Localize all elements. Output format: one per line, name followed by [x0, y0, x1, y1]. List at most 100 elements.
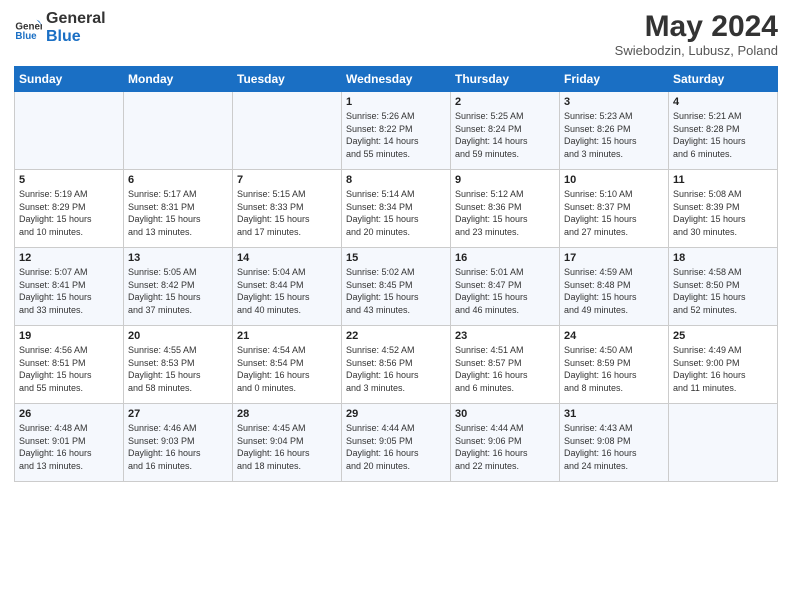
calendar-cell: 17 Sunrise: 4:59 AMSunset: 8:48 PMDayligh… [560, 248, 669, 326]
day-number: 15 [346, 252, 446, 264]
day-number: 23 [455, 330, 555, 342]
day-info: Sunrise: 5:12 AMSunset: 8:36 PMDaylight:… [455, 188, 555, 238]
calendar-cell: 24Sunrise: 4:50 AMSunset: 8:59 PMDayligh… [560, 326, 669, 404]
day-info: Sunrise: 5:07 AMSunset: 8:41 PMDaylight:… [19, 266, 119, 316]
month-title: May 2024 [615, 10, 778, 43]
day-number: 10 [564, 174, 664, 186]
logo-icon: General Blue [14, 14, 42, 42]
col-header-thursday: Thursday [451, 67, 560, 92]
calendar-cell: 27Sunrise: 4:46 AMSunset: 9:03 PMDayligh… [124, 404, 233, 482]
day-info: Sunrise: 5:17 AMSunset: 8:31 PMDaylight:… [128, 188, 228, 238]
day-info: Sunrise: 4:48 AMSunset: 9:01 PMDaylight:… [19, 422, 119, 472]
calendar-cell [124, 92, 233, 170]
svg-text:Blue: Blue [15, 32, 37, 43]
day-number: 27 [128, 408, 228, 420]
day-info: Sunrise: 4:43 AMSunset: 9:08 PMDaylight:… [564, 422, 664, 472]
day-info: Sunrise: 5:01 AMSunset: 8:47 PMDaylight:… [455, 266, 555, 316]
calendar-cell: 4 Sunrise: 5:21 AMSunset: 8:28 PMDaylight… [669, 92, 778, 170]
day-number: 6 [128, 174, 228, 186]
day-info: Sunrise: 4:56 AMSunset: 8:51 PMDaylight:… [19, 344, 119, 394]
calendar-cell: 20Sunrise: 4:55 AMSunset: 8:53 PMDayligh… [124, 326, 233, 404]
day-number: 28 [237, 408, 337, 420]
calendar-cell: 10 Sunrise: 5:10 AMSunset: 8:37 PMDayligh… [560, 170, 669, 248]
day-info: Sunrise: 4:44 AMSunset: 9:05 PMDaylight:… [346, 422, 446, 472]
week-row-3: 12 Sunrise: 5:07 AMSunset: 8:41 PMDayligh… [15, 248, 778, 326]
day-info: Sunrise: 4:44 AMSunset: 9:06 PMDaylight:… [455, 422, 555, 472]
calendar-cell: 12 Sunrise: 5:07 AMSunset: 8:41 PMDayligh… [15, 248, 124, 326]
day-info: Sunrise: 4:52 AMSunset: 8:56 PMDaylight:… [346, 344, 446, 394]
col-header-saturday: Saturday [669, 67, 778, 92]
day-number: 9 [455, 174, 555, 186]
day-number: 4 [673, 96, 773, 108]
day-number: 31 [564, 408, 664, 420]
day-number: 13 [128, 252, 228, 264]
title-block: May 2024 Swiebodzin, Lubusz, Poland [615, 10, 778, 58]
day-number: 21 [237, 330, 337, 342]
calendar-cell: 25 Sunrise: 4:49 AMSunset: 9:00 PMDayligh… [669, 326, 778, 404]
day-info: Sunrise: 5:08 AMSunset: 8:39 PMDaylight:… [673, 188, 773, 238]
day-info: Sunrise: 5:15 AMSunset: 8:33 PMDaylight:… [237, 188, 337, 238]
day-number: 22 [346, 330, 446, 342]
calendar-cell: 26Sunrise: 4:48 AMSunset: 9:01 PMDayligh… [15, 404, 124, 482]
day-number: 17 [564, 252, 664, 264]
day-info: Sunrise: 5:25 AMSunset: 8:24 PMDaylight:… [455, 110, 555, 160]
day-number: 25 [673, 330, 773, 342]
calendar-cell: 14 Sunrise: 5:04 AMSunset: 8:44 PMDayligh… [233, 248, 342, 326]
day-info: Sunrise: 5:14 AMSunset: 8:34 PMDaylight:… [346, 188, 446, 238]
logo-general: General [46, 10, 106, 28]
calendar-cell: 13 Sunrise: 5:05 AMSunset: 8:42 PMDayligh… [124, 248, 233, 326]
day-number: 3 [564, 96, 664, 108]
day-info: Sunrise: 4:49 AMSunset: 9:00 PMDaylight:… [673, 344, 773, 394]
day-number: 24 [564, 330, 664, 342]
day-number: 14 [237, 252, 337, 264]
day-info: Sunrise: 4:51 AMSunset: 8:57 PMDaylight:… [455, 344, 555, 394]
day-number: 16 [455, 252, 555, 264]
calendar-cell: 30Sunrise: 4:44 AMSunset: 9:06 PMDayligh… [451, 404, 560, 482]
calendar-cell: 2 Sunrise: 5:25 AMSunset: 8:24 PMDaylight… [451, 92, 560, 170]
day-info: Sunrise: 4:45 AMSunset: 9:04 PMDaylight:… [237, 422, 337, 472]
calendar-cell: 8Sunrise: 5:14 AMSunset: 8:34 PMDaylight… [342, 170, 451, 248]
main-container: General Blue General Blue May 2024 Swieb… [0, 0, 792, 490]
day-number: 18 [673, 252, 773, 264]
calendar-cell: 3Sunrise: 5:23 AMSunset: 8:26 PMDaylight… [560, 92, 669, 170]
day-info: Sunrise: 5:10 AMSunset: 8:37 PMDaylight:… [564, 188, 664, 238]
day-info: Sunrise: 4:55 AMSunset: 8:53 PMDaylight:… [128, 344, 228, 394]
calendar-table: SundayMondayTuesdayWednesdayThursdayFrid… [14, 66, 778, 482]
calendar-cell: 31 Sunrise: 4:43 AMSunset: 9:08 PMDayligh… [560, 404, 669, 482]
day-number: 29 [346, 408, 446, 420]
week-row-4: 19Sunrise: 4:56 AMSunset: 8:51 PMDayligh… [15, 326, 778, 404]
calendar-cell: 29 Sunrise: 4:44 AMSunset: 9:05 PMDayligh… [342, 404, 451, 482]
calendar-cell: 9 Sunrise: 5:12 AMSunset: 8:36 PMDaylight… [451, 170, 560, 248]
calendar-cell: 18Sunrise: 4:58 AMSunset: 8:50 PMDayligh… [669, 248, 778, 326]
day-info: Sunrise: 5:21 AMSunset: 8:28 PMDaylight:… [673, 110, 773, 160]
col-header-friday: Friday [560, 67, 669, 92]
day-info: Sunrise: 5:19 AMSunset: 8:29 PMDaylight:… [19, 188, 119, 238]
header: General Blue General Blue May 2024 Swieb… [14, 10, 778, 58]
calendar-cell: 1 Sunrise: 5:26 AMSunset: 8:22 PMDaylight… [342, 92, 451, 170]
col-header-tuesday: Tuesday [233, 67, 342, 92]
day-info: Sunrise: 4:54 AMSunset: 8:54 PMDaylight:… [237, 344, 337, 394]
calendar-cell: 16 Sunrise: 5:01 AMSunset: 8:47 PMDayligh… [451, 248, 560, 326]
day-info: Sunrise: 5:05 AMSunset: 8:42 PMDaylight:… [128, 266, 228, 316]
calendar-cell: 15Sunrise: 5:02 AMSunset: 8:45 PMDayligh… [342, 248, 451, 326]
calendar-cell [15, 92, 124, 170]
calendar-cell [669, 404, 778, 482]
day-number: 12 [19, 252, 119, 264]
col-header-monday: Monday [124, 67, 233, 92]
day-info: Sunrise: 5:26 AMSunset: 8:22 PMDaylight:… [346, 110, 446, 160]
calendar-cell: 23 Sunrise: 4:51 AMSunset: 8:57 PMDayligh… [451, 326, 560, 404]
day-number: 2 [455, 96, 555, 108]
calendar-cell: 6 Sunrise: 5:17 AMSunset: 8:31 PMDaylight… [124, 170, 233, 248]
day-info: Sunrise: 5:04 AMSunset: 8:44 PMDaylight:… [237, 266, 337, 316]
day-info: Sunrise: 4:59 AMSunset: 8:48 PMDaylight:… [564, 266, 664, 316]
calendar-cell: 22 Sunrise: 4:52 AMSunset: 8:56 PMDayligh… [342, 326, 451, 404]
calendar-cell: 19Sunrise: 4:56 AMSunset: 8:51 PMDayligh… [15, 326, 124, 404]
calendar-cell: 28 Sunrise: 4:45 AMSunset: 9:04 PMDayligh… [233, 404, 342, 482]
day-number: 1 [346, 96, 446, 108]
calendar-cell: 5Sunrise: 5:19 AMSunset: 8:29 PMDaylight… [15, 170, 124, 248]
logo-blue: Blue [46, 28, 106, 46]
calendar-cell: 7 Sunrise: 5:15 AMSunset: 8:33 PMDaylight… [233, 170, 342, 248]
day-number: 11 [673, 174, 773, 186]
calendar-cell: 21 Sunrise: 4:54 AMSunset: 8:54 PMDayligh… [233, 326, 342, 404]
day-number: 7 [237, 174, 337, 186]
